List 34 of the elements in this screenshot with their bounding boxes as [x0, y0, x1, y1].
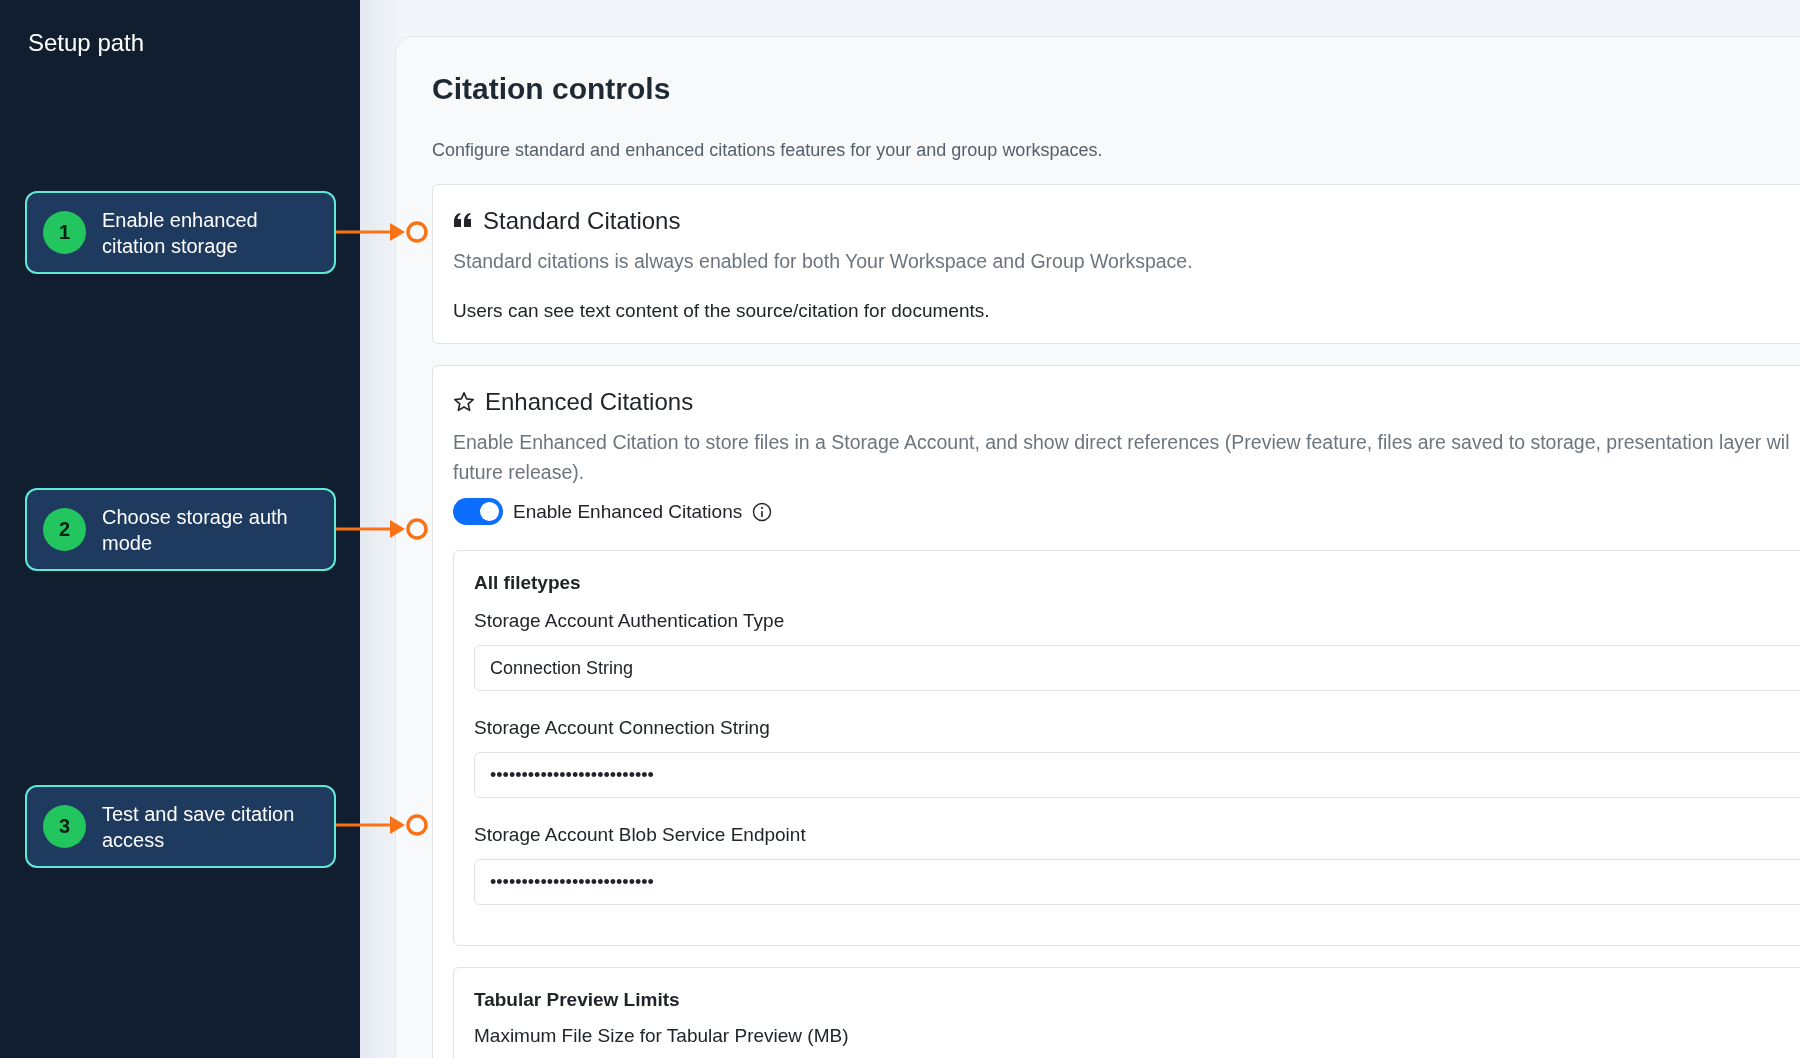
sidebar-title: Setup path [28, 28, 146, 58]
step-number: 3 [43, 805, 86, 848]
quote-icon [453, 213, 473, 229]
card-title: Enhanced Citations [485, 387, 694, 417]
field-label: Maximum File Size for Tabular Preview (MB) [474, 1025, 849, 1046]
step-text: Test and save citation access [102, 801, 296, 853]
step-text: Choose storage auth mode [102, 504, 289, 556]
pointer-arrow [336, 816, 405, 834]
pointer-arrow [336, 223, 405, 241]
password-field[interactable]: •••••••••••••••••••••••••• [474, 859, 1800, 905]
step-text: Enable enhanced citation storage [102, 207, 259, 259]
toggle-switch[interactable] [453, 498, 503, 525]
card-description: Enable Enhanced Citation to store files in a Storage Account, and show direct references (Preview feature, files are saved to storage, presentation layer wil future release). [453, 430, 1791, 485]
section-title: Tabular Preview Limits [474, 988, 681, 1012]
field-label: Storage Account Authentication Type [474, 609, 786, 633]
star-icon [453, 391, 475, 413]
info-icon [752, 501, 773, 522]
password-field[interactable]: •••••••••••••••••••••••••• [474, 752, 1800, 798]
step-number: 2 [43, 508, 86, 551]
card-note: Users can see text content of the source/citation for documents. [453, 299, 991, 323]
field-label: Storage Account Blob Service Endpoint [474, 823, 807, 847]
dropdown[interactable]: Connection String [474, 645, 1800, 691]
highlight-ring [406, 518, 428, 540]
pointer-arrow [336, 520, 405, 538]
card-description: Standard citations is always enabled for both Your Workspace and Group Workspace. [453, 249, 1194, 274]
toggle-label: Enable Enhanced Citations [513, 500, 743, 523]
highlight-ring [406, 221, 428, 243]
card-title: Standard Citations [483, 206, 681, 236]
page-subtitle: Configure standard and enhanced citations features for your and group workspaces. [432, 139, 1104, 162]
step-number: 1 [43, 211, 86, 254]
highlight-ring [406, 814, 428, 836]
field-label: Storage Account Connection String [474, 716, 771, 740]
section-title: All filetypes [474, 571, 582, 595]
page-title: Citation controls [432, 71, 672, 107]
